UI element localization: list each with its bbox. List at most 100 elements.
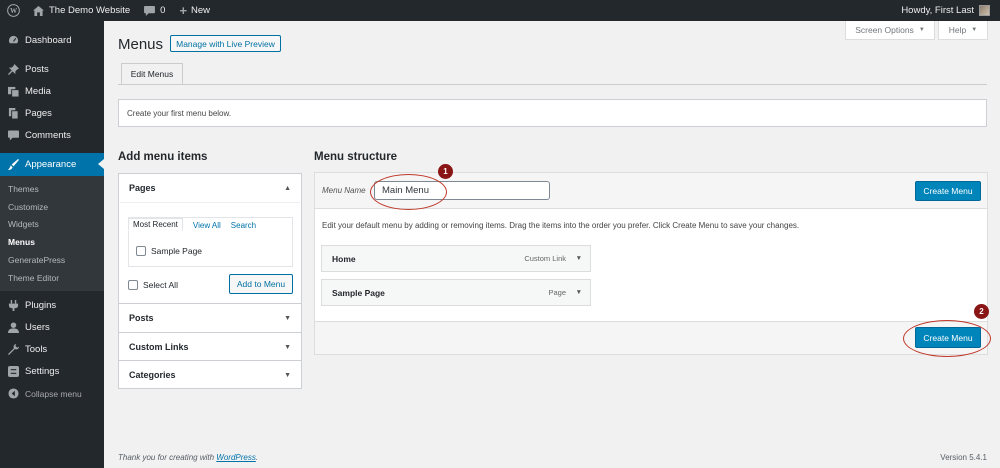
menu-item-title: Home [332,253,356,264]
sidebar-item-appearance[interactable]: Appearance [0,153,104,176]
menu-item-type: Page [548,288,566,297]
pin-icon [7,63,19,75]
select-all-item[interactable]: Select All [128,280,178,290]
create-menu-button-bottom[interactable]: Create Menu [915,327,981,348]
submenu-item-menus[interactable]: Menus [0,233,104,251]
footer-thanks: Thank you for creating with WordPress. [118,453,258,462]
sidebar-label: Posts [25,63,49,75]
footer-thanks-suffix: . [255,453,259,462]
tab-view-all[interactable]: View All [193,219,221,232]
submenu-item-themes[interactable]: Themes [0,180,104,198]
menu-item-type: Custom Link [524,254,566,263]
triangle-down-icon[interactable]: ▼ [576,289,582,296]
page-checkbox-item[interactable]: Sample Page [136,246,202,256]
triangle-down-icon: ▼ [918,27,925,33]
help-button[interactable]: Help ▼ [938,21,988,40]
sidebar-label: Appearance [25,159,77,170]
callout-badge-1: 1 [438,164,453,179]
tab-edit-menus[interactable]: Edit Menus [121,63,183,84]
sidebar-item-plugins[interactable]: Plugins [0,295,104,317]
callout-badge-2: 2 [974,304,989,319]
collapse-menu-button[interactable]: Collapse menu [0,383,104,405]
pages-panel-header[interactable]: Pages ▲ [119,174,301,202]
svg-text:W: W [9,7,17,15]
home-icon [33,5,44,16]
brush-icon [7,159,19,171]
select-all-label: Select All [143,280,178,290]
dashboard-icon [7,34,19,46]
wordpress-logo-icon[interactable]: W [0,0,26,21]
howdy-greeting: Howdy, First Last [901,5,974,16]
sidebar-item-tools[interactable]: Tools [0,339,104,361]
comments-link[interactable]: 0 [137,0,172,21]
menu-name-label: Menu Name [322,186,366,195]
sidebar-label: Pages [25,107,52,119]
tab-most-recent[interactable]: Most Recent [128,218,183,231]
menu-item-home[interactable]: Home Custom Link ▼ [321,245,591,272]
select-all-checkbox[interactable] [128,280,138,290]
menu-instructions: Edit your default menu by adding or remo… [322,221,800,230]
sidebar-item-dashboard[interactable]: Dashboard [0,29,104,51]
sidebar-item-posts[interactable]: Posts [0,58,104,80]
notice-message: Create your first menu below. [118,99,987,127]
custom-links-panel[interactable]: Custom Links ▼ [118,333,302,361]
new-content-link[interactable]: + New [172,0,217,21]
user-icon [7,322,19,334]
appearance-submenu: Themes Customize Widgets Menus GenerateP… [0,176,104,291]
triangle-down-icon[interactable]: ▼ [576,255,582,262]
tab-search[interactable]: Search [231,219,256,232]
sidebar-label: Settings [25,366,60,378]
submenu-item-widgets[interactable]: Widgets [0,216,104,234]
admin-bar: W The Demo Website 0 + New Howdy, First … [0,0,1000,21]
sidebar-item-media[interactable]: Media [0,80,104,102]
my-account-link[interactable]: Howdy, First Last [894,0,997,21]
settings-icon [7,366,19,378]
plugin-icon [7,300,19,312]
menu-item-sample-page[interactable]: Sample Page Page ▼ [321,279,591,306]
sidebar-item-comments[interactable]: Comments [0,124,104,146]
add-to-menu-button[interactable]: Add to Menu [229,274,293,294]
version-text: Version 5.4.1 [940,453,987,462]
categories-panel-title: Categories [129,370,176,380]
categories-panel[interactable]: Categories ▼ [118,361,302,389]
help-label: Help [948,25,967,35]
comment-bubble-icon [144,5,156,16]
wrench-icon [7,344,19,356]
new-label: New [191,5,211,16]
sidebar-item-users[interactable]: Users [0,317,104,339]
sidebar-label: Media [25,85,51,97]
sidebar-label: Users [25,322,50,334]
custom-links-panel-title: Custom Links [129,342,189,352]
triangle-down-icon: ▼ [971,27,978,33]
page-item-label: Sample Page [151,246,203,256]
menu-name-input[interactable]: Main Menu [374,181,550,200]
triangle-down-icon: ▼ [284,314,291,322]
sidebar-item-pages[interactable]: Pages [0,102,104,124]
pages-panel-title: Pages [129,183,156,193]
wordpress-link[interactable]: WordPress [216,453,256,462]
add-menu-items-heading: Add menu items [118,151,208,163]
submenu-item-generatepress[interactable]: GeneratePress [0,251,104,269]
menu-structure-heading: Menu structure [314,151,398,163]
triangle-down-icon: ▼ [284,371,291,379]
triangle-up-icon: ▲ [284,184,291,192]
submenu-item-customize[interactable]: Customize [0,198,104,216]
footer-thanks-prefix: Thank you for creating with [118,453,217,462]
sample-page-checkbox[interactable] [136,246,146,256]
collapse-icon [7,388,19,400]
create-menu-button-top[interactable]: Create Menu [915,181,981,201]
site-name-link[interactable]: The Demo Website [26,0,137,21]
media-icon [7,85,19,97]
site-name: The Demo Website [49,5,131,16]
submenu-item-theme-editor[interactable]: Theme Editor [0,269,104,287]
sidebar-item-settings[interactable]: Settings [0,361,104,383]
posts-panel-title: Posts [129,313,154,323]
avatar [979,5,990,16]
admin-sidebar: Dashboard Posts Media Pages Comments App… [0,21,104,468]
sidebar-label: Dashboard [25,34,72,46]
screen-options-button[interactable]: Screen Options ▼ [845,21,935,40]
sidebar-label: Tools [25,344,48,356]
manage-live-preview-button[interactable]: Manage with Live Preview [170,35,281,52]
tab-divider [118,84,987,85]
posts-panel[interactable]: Posts ▼ [118,304,302,333]
